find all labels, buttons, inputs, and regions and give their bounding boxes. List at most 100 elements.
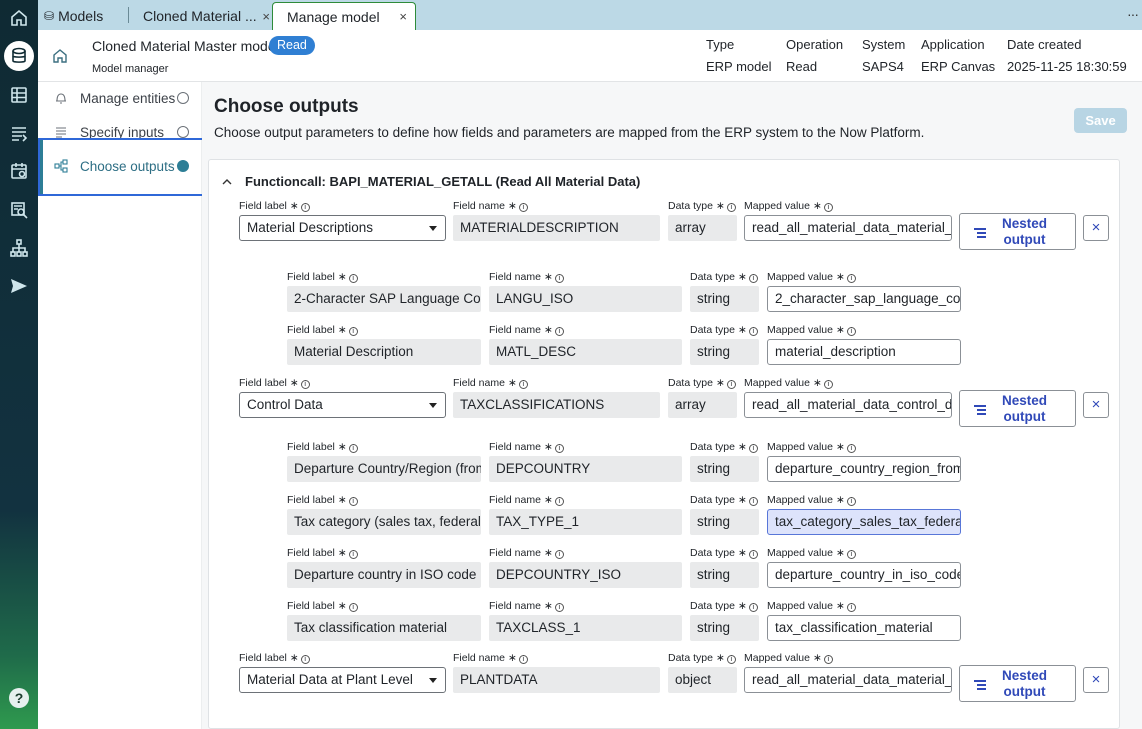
field-caption: Field name ∗ i [489,271,564,283]
step-manage-entities[interactable]: Manage entities [38,83,202,113]
info-icon[interactable]: i [846,274,856,283]
stack-icon[interactable] [7,121,31,145]
close-icon[interactable]: × [262,9,270,24]
mapped-value-input[interactable]: read_all_material_data_control_dat [744,392,952,418]
tab-manage-label: Manage model [287,8,380,25]
info-icon[interactable]: i [348,327,358,336]
info-icon[interactable]: i [748,274,758,283]
remove-row-button[interactable]: × [1083,215,1109,241]
caption-text: Data type [690,494,735,506]
step-radio [177,92,189,104]
mapped-value-input[interactable]: tax_category_sales_tax_federal_ [767,509,961,535]
info-icon[interactable]: i [748,327,758,336]
mapped-value-input[interactable]: departure_country_region_from [767,456,961,482]
output-row: Field label ∗ i Field name ∗ i Data type ∗ i Mapp… [209,652,1121,704]
required-marker: ∗ [835,494,845,506]
field-name-value: TAXCLASS_1 [489,615,682,641]
functioncall-header[interactable]: Functioncall: BAPI_MATERIAL_GETALL (Read… [221,174,640,189]
required-marker: ∗ [337,494,347,506]
meta-operation-value: Read [786,59,818,74]
mapped-value-input[interactable]: read_all_material_data_material_de [744,215,952,241]
info-icon[interactable]: i [823,203,833,212]
info-icon[interactable]: i [748,603,758,612]
info-icon[interactable]: i [554,327,564,336]
info-icon[interactable]: i [518,203,528,212]
nested-output-button[interactable]: Nested output [959,665,1076,702]
field-caption: Field name ∗ i [453,200,528,212]
required-marker: ∗ [543,271,553,283]
remove-row-button[interactable]: × [1083,392,1109,418]
search-report-icon[interactable] [7,198,31,222]
info-icon[interactable]: i [846,603,856,612]
nested-output-button[interactable]: Nested output [959,213,1076,250]
field-caption: Field name ∗ i [489,600,564,612]
info-icon[interactable]: i [348,274,358,283]
info-icon[interactable]: i [846,327,856,336]
chevron-up-icon[interactable] [221,176,233,188]
field-name-value: PLANTDATA [453,667,660,693]
info-icon[interactable]: i [846,497,856,506]
info-icon[interactable]: i [300,203,310,212]
meta-system-value: SAPS4 [862,59,904,74]
field-caption: Field label ∗ i [239,652,310,664]
field-label-select[interactable]: Material Descriptions [239,215,446,241]
info-icon[interactable]: i [748,550,758,559]
info-icon[interactable]: i [726,203,736,212]
info-icon[interactable]: i [554,497,564,506]
info-icon[interactable]: i [554,603,564,612]
info-icon[interactable]: i [846,550,856,559]
remove-row-button[interactable]: × [1083,667,1109,693]
home-icon[interactable] [7,6,31,30]
close-icon[interactable]: × [399,9,407,24]
table-icon[interactable] [7,83,31,107]
info-icon[interactable]: i [348,497,358,506]
save-button[interactable]: Save [1074,108,1127,133]
mapped-value-input[interactable]: material_description [767,339,961,365]
field-caption: Data type ∗ i [690,324,758,336]
info-icon[interactable]: i [518,655,528,664]
bell-icon [54,91,68,105]
tab-models[interactable]: ⛁ Models [44,2,103,30]
field-label-select[interactable]: Control Data [239,392,446,418]
field-caption: Field label ∗ i [287,494,358,506]
info-icon[interactable]: i [348,603,358,612]
info-icon[interactable]: i [554,274,564,283]
mapped-value-input[interactable]: read_all_material_data_material_da [744,667,952,693]
info-icon[interactable]: i [348,550,358,559]
info-icon[interactable]: i [823,380,833,389]
field-label-select[interactable]: Material Data at Plant Level [239,667,446,693]
tab-cloned-material[interactable]: Cloned Material ... × [143,2,270,30]
info-icon[interactable]: i [300,655,310,664]
info-icon[interactable]: i [518,380,528,389]
send-icon[interactable] [7,274,31,298]
required-marker: ∗ [507,652,517,664]
app-rail: ? [0,0,38,729]
mapped-value-input[interactable]: 2_character_sap_language_code [767,286,961,312]
info-icon[interactable]: i [726,655,736,664]
required-marker: ∗ [835,324,845,336]
required-marker: ∗ [507,200,517,212]
tab-manage-model[interactable]: Manage model × [272,2,416,30]
info-icon[interactable]: i [726,380,736,389]
info-icon[interactable]: i [748,497,758,506]
calendar-icon[interactable] [7,159,31,183]
more-icon[interactable]: ··· [1127,6,1139,22]
info-icon[interactable]: i [300,380,310,389]
hierarchy-icon[interactable] [7,236,31,260]
info-icon[interactable]: i [823,655,833,664]
info-icon[interactable]: i [554,444,564,453]
required-marker: ∗ [543,441,553,453]
info-icon[interactable]: i [348,444,358,453]
page-title: Choose outputs [214,96,359,117]
mapped-value-input[interactable]: departure_country_in_iso_code [767,562,961,588]
field-caption: Mapped value ∗ i [767,494,856,506]
info-icon[interactable]: i [748,444,758,453]
mapped-value-input[interactable]: tax_classification_material [767,615,961,641]
info-icon[interactable]: i [846,444,856,453]
nested-output-button[interactable]: Nested output [959,390,1076,427]
info-icon[interactable]: i [554,550,564,559]
home-icon[interactable] [52,48,68,64]
database-icon[interactable] [4,41,34,71]
database-icon: ⛁ [44,9,55,23]
help-icon[interactable]: ? [9,688,29,708]
